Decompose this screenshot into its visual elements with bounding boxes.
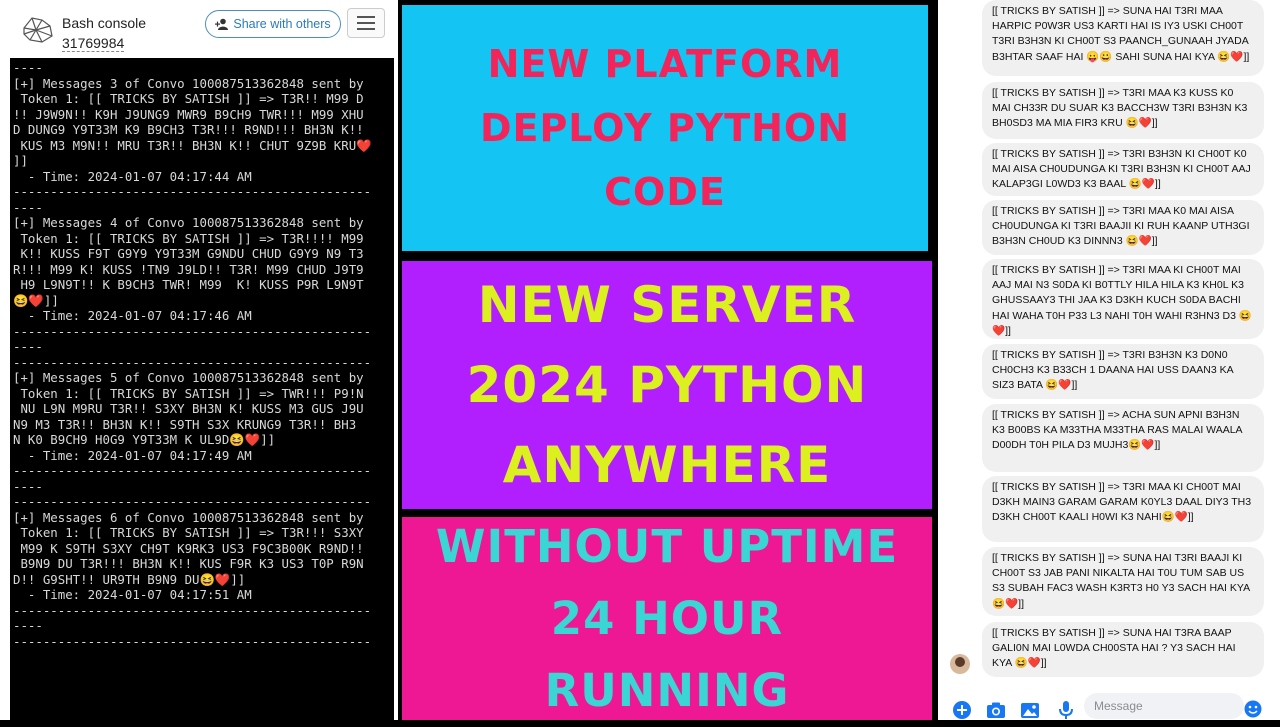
banner-line: RUNNING xyxy=(544,663,790,717)
terminal-line: ----------------------------------------… xyxy=(13,354,372,370)
pythonanywhere-logo-icon[interactable] xyxy=(20,14,56,46)
terminal-line: ----------------------------------------… xyxy=(13,494,372,509)
message-input[interactable]: Message xyxy=(1084,693,1244,719)
message-bubble[interactable]: [[ TRICKS BY SATISH ]] => T3RI B3H3N K3 … xyxy=(982,344,1264,399)
terminal-line: [+] Messages 6 of Convo 100087513362848 … xyxy=(13,509,364,525)
banner-line: 24 HOUR xyxy=(550,591,784,645)
message-bubble[interactable]: [[ TRICKS BY SATISH ]] => T3RI B3H3N KI … xyxy=(982,143,1264,196)
terminal-output[interactable]: ---- [+] Messages 3 of Convo 100087513362… xyxy=(10,58,394,720)
terminal-line: N K0 B9CH9 H0G9 Y9T33M K UL9D😆❤️]] xyxy=(13,432,276,447)
terminal-lines: ---- [+] Messages 3 of Convo 100087513362… xyxy=(13,60,391,649)
messenger-chat-panel: [[ TRICKS BY SATISH ]] => SUNA HAI T3RI … xyxy=(938,0,1280,720)
terminal-line: [+] Messages 5 of Convo 100087513362848 … xyxy=(13,370,364,385)
message-bubble[interactable]: [[ TRICKS BY SATISH ]] => T3RI MAA KI CH… xyxy=(982,259,1264,339)
terminal-line: Token 1: [[ TRICKS BY SATISH ]] => T3R!!… xyxy=(13,230,364,246)
hamburger-menu-button[interactable] xyxy=(347,8,385,38)
message-bubble[interactable]: [[ TRICKS BY SATISH ]] => T3RI MAA K3 KU… xyxy=(982,82,1264,139)
banner-new-server: NEW SERVER 2024 PYTHON ANYWHERE xyxy=(402,261,932,509)
terminal-line: - Time: 2024-01-07 04:17:44 AM xyxy=(13,168,252,184)
message-bubble[interactable]: [[ TRICKS BY SATISH ]] => T3RI MAA KI CH… xyxy=(982,476,1264,542)
banner-line: ANYWHERE xyxy=(502,436,832,494)
terminal-line: ---- xyxy=(13,618,43,633)
message-bubble[interactable]: [[ TRICKS BY SATISH ]] => T3RI MAA K0 MA… xyxy=(982,200,1264,255)
message-composer: Message xyxy=(938,690,1280,720)
terminal-line: D!! G9SHT!! UR9TH B9N9 DU😆❤️]] xyxy=(13,571,246,587)
terminal-line: KUS M3 M9N!! MRU T3R!! BH3N K!! CHUT 9Z9… xyxy=(13,137,372,153)
message-bubble[interactable]: [[ TRICKS BY SATISH ]] => SUNA HAI T3RI … xyxy=(982,547,1264,616)
message-bubble[interactable]: [[ TRICKS BY SATISH ]] => ACHA SUN APNI … xyxy=(982,404,1264,472)
console-header: Bash console 31769984 Share with others xyxy=(0,0,398,58)
terminal-line: ----------------------------------------… xyxy=(13,323,372,339)
menu-bar-icon xyxy=(357,28,375,30)
terminal-line: Token 1: [[ TRICKS BY SATISH ]] => TWR!!… xyxy=(13,385,364,401)
plus-circle-icon[interactable] xyxy=(952,700,972,720)
terminal-line: ---- xyxy=(13,339,43,354)
sender-avatar[interactable] xyxy=(950,654,970,674)
terminal-line: 😆❤️]] xyxy=(13,292,59,308)
image-gallery-icon[interactable] xyxy=(1020,700,1040,720)
banner-line: WITHOUT UPTIME xyxy=(435,519,899,573)
console-title: Bash console xyxy=(62,15,147,31)
terminal-line: B9N9 DU T3R!!! BH3N K!! KUS F9R K3 US3 T… xyxy=(13,556,364,571)
terminal-line: ---- xyxy=(13,478,43,494)
terminal-line: ----------------------------------------… xyxy=(13,184,372,199)
banner-new-platform: NEW PLATFORM DEPLOY PYTHON CODE xyxy=(402,5,928,251)
terminal-line: Token 1: [[ TRICKS BY SATISH ]] => T3R!!… xyxy=(13,91,364,106)
terminal-line: R!!! M99 K! KUSS !TN9 J9LD!! T3R! M99 CH… xyxy=(13,261,364,277)
emoji-icon[interactable] xyxy=(1244,700,1262,718)
terminal-line: Token 1: [[ TRICKS BY SATISH ]] => T3R!!… xyxy=(13,525,364,540)
add-user-icon xyxy=(215,18,229,30)
terminal-line: D DUNG9 Y9T33M K9 B9CH3 T3R!!! R9ND!!! B… xyxy=(13,122,364,137)
camera-icon[interactable] xyxy=(986,700,1006,720)
microphone-icon[interactable] xyxy=(1056,700,1076,720)
banner-line: NEW SERVER xyxy=(477,276,857,334)
menu-bar-icon xyxy=(357,16,375,18)
share-with-others-button[interactable]: Share with others xyxy=(205,10,341,38)
banner-line: CODE xyxy=(604,170,726,214)
banner-line: NEW PLATFORM xyxy=(487,42,843,86)
message-bubble[interactable]: [[ TRICKS BY SATISH ]] => SUNA HAI T3RI … xyxy=(982,0,1264,76)
message-bubble[interactable]: [[ TRICKS BY SATISH ]] => SUNA HAI T3RA … xyxy=(982,622,1264,677)
terminal-line: - Time: 2024-01-07 04:17:51 AM xyxy=(13,587,252,602)
terminal-line: [+] Messages 3 of Convo 100087513362848 … xyxy=(13,75,364,91)
banner-line: DEPLOY PYTHON xyxy=(479,106,851,150)
terminal-line: M99 K S9TH S3XY CH9T K9RK3 US3 F9C3B00K … xyxy=(13,540,364,556)
terminal-line: ---- xyxy=(13,199,43,215)
share-label: Share with others xyxy=(233,17,331,31)
menu-bar-icon xyxy=(357,22,375,24)
terminal-line: NU L9N M9RU T3R!! S3XY BH3N K! KUSS M3 G… xyxy=(13,401,364,416)
terminal-line: !! J9W9N!! K9H J9UNG9 MWR9 B9CH9 TWR!!! … xyxy=(13,106,364,122)
banner-without-uptime: WITHOUT UPTIME 24 HOUR RUNNING xyxy=(402,517,932,720)
console-id-link[interactable]: 31769984 xyxy=(62,36,125,52)
terminal-line: ---- xyxy=(13,60,43,75)
terminal-line: K!! KUSS F9T G9Y9 Y9T33M G9NDU CHUD G9Y9… xyxy=(13,246,364,261)
terminal-line: ----------------------------------------… xyxy=(13,602,372,618)
terminal-line: N9 M3 T3R!! BH3N K!! S9TH S3X KRUNG9 T3R… xyxy=(13,416,357,432)
banner-line: 2024 PYTHON xyxy=(466,356,868,414)
terminal-line: H9 L9N9T!! K B9CH3 TWR! M99 K! KUSS P9R … xyxy=(13,277,364,292)
terminal-line: ]] xyxy=(13,153,28,168)
bash-console-panel: Bash console 31769984 Share with others … xyxy=(0,0,398,720)
terminal-line: ----------------------------------------… xyxy=(13,463,372,478)
terminal-line: ----------------------------------------… xyxy=(13,633,372,649)
terminal-line: - Time: 2024-01-07 04:17:49 AM xyxy=(13,447,252,463)
terminal-line: [+] Messages 4 of Convo 100087513362848 … xyxy=(13,215,364,230)
terminal-line: - Time: 2024-01-07 04:17:46 AM xyxy=(13,308,252,323)
